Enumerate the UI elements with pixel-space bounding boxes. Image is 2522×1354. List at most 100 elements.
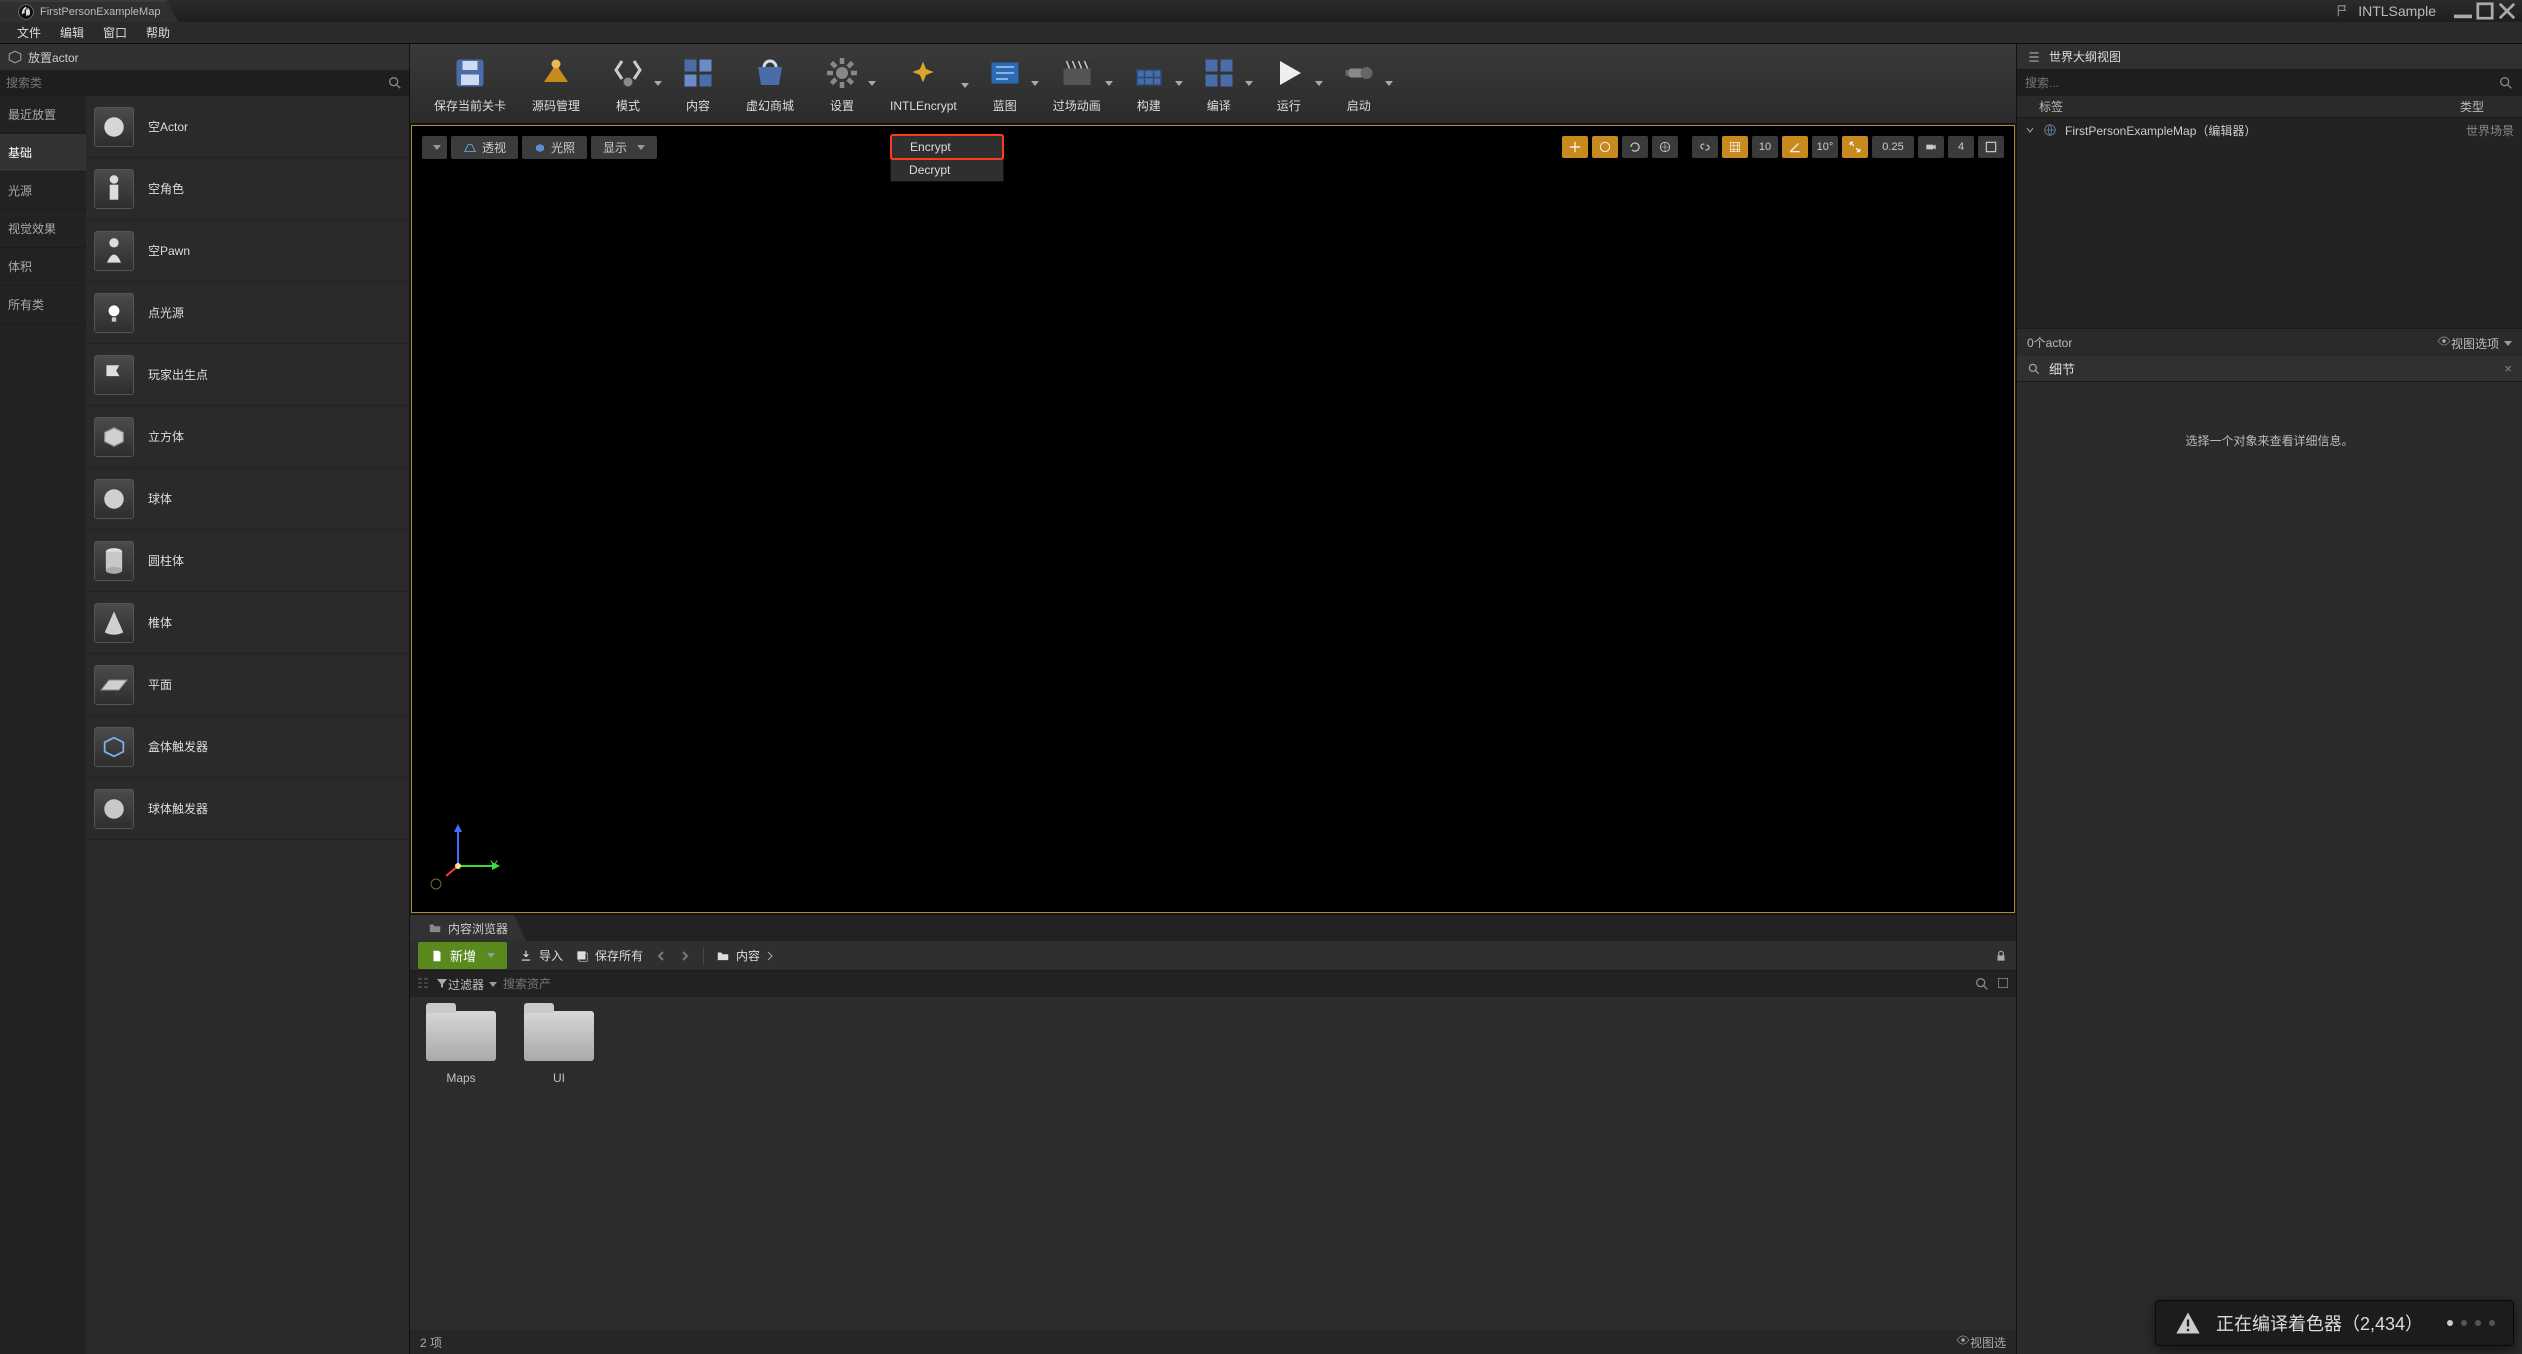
- file-plus-icon: [430, 949, 444, 963]
- actor-item[interactable]: 空Actor: [86, 96, 409, 158]
- lit-cube-icon: [534, 142, 546, 154]
- menu-help[interactable]: 帮助: [137, 21, 179, 44]
- transform-select-button[interactable]: [1562, 136, 1588, 158]
- filters-button[interactable]: 过滤器: [436, 976, 497, 993]
- folder-icon: [426, 1011, 496, 1061]
- toolbar-cinematics[interactable]: 过场动画: [1053, 53, 1101, 114]
- menu-item-decrypt[interactable]: Decrypt: [891, 159, 1003, 181]
- actor-item[interactable]: 玩家出生点: [86, 344, 409, 406]
- viewport-perspective-button[interactable]: 透视: [451, 136, 518, 159]
- toolbar-launch[interactable]: 启动: [1337, 53, 1381, 114]
- menu-file[interactable]: 文件: [8, 21, 50, 44]
- add-new-button[interactable]: 新增: [418, 942, 507, 969]
- toolbar-play[interactable]: 运行: [1267, 53, 1311, 114]
- history-fwd-button[interactable]: [679, 950, 691, 962]
- outliner-col-label[interactable]: 标签: [2017, 98, 2422, 115]
- toolbar-marketplace[interactable]: 虚幻商城: [746, 53, 794, 114]
- toolbar-content[interactable]: 内容: [676, 53, 720, 114]
- search-icon[interactable]: [387, 75, 403, 91]
- angle-snap-toggle[interactable]: [1782, 136, 1808, 158]
- camera-speed-value[interactable]: 4: [1948, 136, 1974, 158]
- actor-item[interactable]: 点光源: [86, 282, 409, 344]
- search-icon[interactable]: [2498, 75, 2514, 91]
- actor-item[interactable]: 空Pawn: [86, 220, 409, 282]
- compile-shaders-toast: 正在编译着色器（2,434）: [2155, 1300, 2514, 1346]
- toolbar-compile[interactable]: 编译: [1197, 53, 1241, 114]
- scale-snap-value[interactable]: 0.25: [1872, 136, 1914, 158]
- menu-window[interactable]: 窗口: [94, 21, 136, 44]
- category-volumes[interactable]: 体积: [0, 248, 86, 286]
- project-name[interactable]: INTLSample: [2322, 1, 2450, 21]
- level-viewport[interactable]: 透视 光照 显示 10 10° 0.25: [411, 125, 2015, 913]
- place-actors-search-input[interactable]: [6, 76, 387, 90]
- window-close-button[interactable]: [2498, 4, 2516, 18]
- toolbar-source-control[interactable]: 源码管理: [532, 53, 580, 114]
- category-basic[interactable]: 基础: [0, 134, 86, 172]
- outliner-list[interactable]: FirstPersonExampleMap（编辑器） 世界场景: [2017, 118, 2522, 328]
- toolbar-blueprints[interactable]: 蓝图: [983, 53, 1027, 114]
- actor-item[interactable]: 平面: [86, 654, 409, 716]
- lock-button[interactable]: [1994, 949, 2008, 963]
- cone-mesh-icon: [94, 603, 134, 643]
- outliner-icon: [2027, 50, 2041, 64]
- content-browser-tab[interactable]: 内容浏览器: [410, 915, 526, 941]
- level-tab[interactable]: FirstPersonExampleMap: [0, 0, 178, 22]
- outliner-view-options[interactable]: 视图选项: [2437, 334, 2512, 352]
- window-maximize-button[interactable]: [2476, 4, 2494, 18]
- transform-translate-button[interactable]: [1592, 136, 1618, 158]
- item-count: 2 项: [420, 1334, 442, 1351]
- outliner-search-input[interactable]: [2025, 76, 2498, 90]
- actor-item[interactable]: 立方体: [86, 406, 409, 468]
- transform-scale-button[interactable]: [1652, 136, 1678, 158]
- category-lights[interactable]: 光源: [0, 172, 86, 210]
- view-options-button[interactable]: 视图选: [1956, 1333, 2006, 1351]
- actor-item[interactable]: 椎体: [86, 592, 409, 654]
- scale-snap-toggle[interactable]: [1842, 136, 1868, 158]
- transform-rotate-button[interactable]: [1622, 136, 1648, 158]
- menu-edit[interactable]: 编辑: [51, 21, 93, 44]
- asset-grid[interactable]: Maps UI: [410, 997, 2016, 1330]
- category-all[interactable]: 所有类: [0, 286, 86, 324]
- actor-item[interactable]: 空角色: [86, 158, 409, 220]
- actor-item[interactable]: 圆柱体: [86, 530, 409, 592]
- menu-item-encrypt[interactable]: Encrypt: [890, 134, 1004, 160]
- details-panel-header: 细节 ×: [2017, 356, 2522, 382]
- toolbar-modes[interactable]: 模式: [606, 53, 650, 114]
- details-close-button[interactable]: ×: [2504, 361, 2512, 376]
- viewport-lit-button[interactable]: 光照: [522, 136, 587, 159]
- sources-toggle-button[interactable]: [416, 976, 430, 993]
- history-back-button[interactable]: [655, 950, 667, 962]
- search-icon[interactable]: [1974, 976, 1990, 992]
- viewport-show-button[interactable]: 显示: [591, 136, 657, 159]
- actor-list: 空Actor 空角色 空Pawn 点光源 玩家出生点 立方体 球体 圆柱体 椎体…: [86, 96, 409, 1354]
- category-recent[interactable]: 最近放置: [0, 96, 86, 134]
- import-button[interactable]: 导入: [519, 947, 563, 964]
- actor-item[interactable]: 盒体触发器: [86, 716, 409, 778]
- camera-speed-button[interactable]: [1918, 136, 1944, 158]
- actor-item[interactable]: 球体: [86, 468, 409, 530]
- window-minimize-button[interactable]: [2454, 4, 2472, 18]
- angle-snap-value[interactable]: 10°: [1812, 136, 1838, 158]
- toolbar-settings[interactable]: 设置: [820, 53, 864, 114]
- path-content[interactable]: 内容: [716, 947, 774, 964]
- main-toolbar: 保存当前关卡 源码管理 模式 内容 虚幻商城 设置 INTLEncrypt En…: [410, 44, 2016, 124]
- folder-maps[interactable]: Maps: [424, 1011, 498, 1085]
- folder-ui[interactable]: UI: [522, 1011, 596, 1085]
- category-vfx[interactable]: 视觉效果: [0, 210, 86, 248]
- actor-item[interactable]: 球体触发器: [86, 778, 409, 840]
- toolbar-intl-encrypt[interactable]: INTLEncrypt Encrypt Decrypt: [890, 55, 957, 113]
- cube-icon: [8, 50, 22, 64]
- grid-snap-value[interactable]: 10: [1752, 136, 1778, 158]
- chevron-right-icon: [679, 950, 691, 962]
- toolbar-save[interactable]: 保存当前关卡: [434, 53, 506, 114]
- toolbar-build[interactable]: 构建: [1127, 53, 1171, 114]
- outliner-col-type[interactable]: 类型: [2422, 98, 2522, 115]
- viewport-maximize-button[interactable]: [1978, 136, 2004, 158]
- viewport-options-button[interactable]: [422, 136, 447, 159]
- outliner-row[interactable]: FirstPersonExampleMap（编辑器） 世界场景: [2017, 118, 2522, 142]
- asset-search-input[interactable]: [503, 977, 1968, 991]
- grid-snap-toggle[interactable]: [1722, 136, 1748, 158]
- save-search-button[interactable]: [1996, 976, 2010, 993]
- save-all-button[interactable]: 保存所有: [575, 947, 643, 964]
- chevron-down-icon[interactable]: [2025, 125, 2035, 135]
